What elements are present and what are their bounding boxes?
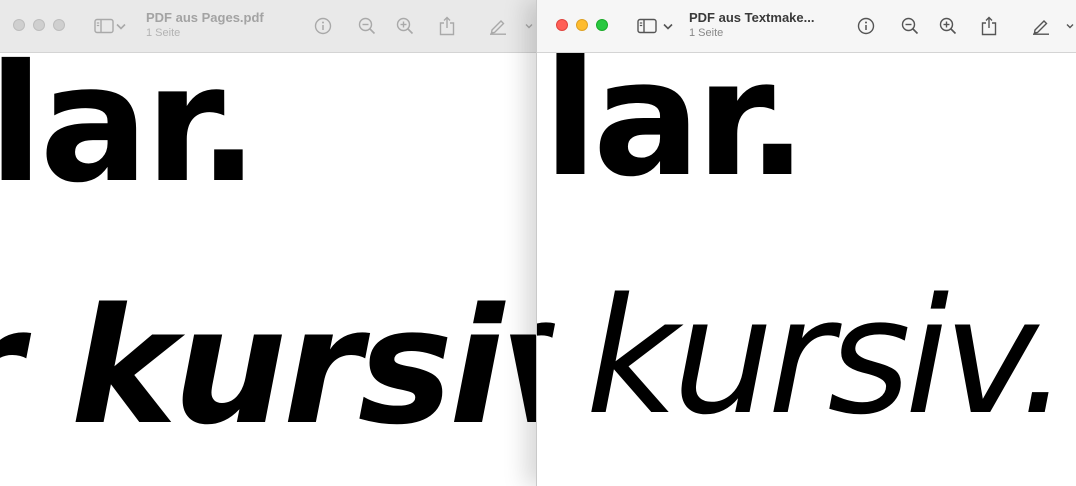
minimize-button[interactable] <box>33 19 45 31</box>
zoom-button[interactable] <box>53 19 65 31</box>
zoom-out-icon[interactable] <box>898 14 922 38</box>
page-text-line-1: lar. <box>0 53 259 219</box>
markup-pen-icon[interactable] <box>1029 14 1053 38</box>
zoom-out-icon[interactable] <box>355 14 379 38</box>
info-icon[interactable] <box>854 14 878 38</box>
markup-pen-icon[interactable] <box>486 14 510 38</box>
document-title-block: PDF aus Textmake... 1 Seite <box>689 10 814 39</box>
zoom-button[interactable] <box>596 19 608 31</box>
page-text-line-2: r kursiv. <box>537 263 1070 450</box>
pdf-page[interactable]: lar. r kursiv. <box>0 53 536 486</box>
document-title-block: PDF aus Pages.pdf 1 Seite <box>146 10 264 39</box>
page-count: 1 Seite <box>146 27 181 39</box>
document-title: PDF aus Pages.pdf <box>146 10 264 25</box>
chevron-down-icon[interactable] <box>661 14 675 38</box>
info-icon[interactable] <box>311 14 335 38</box>
zoom-in-icon[interactable] <box>393 14 417 38</box>
titlebar: PDF aus Pages.pdf 1 Seite <box>0 0 536 53</box>
preview-window-textmaker: PDF aus Textmake... 1 Seite lar. r kursi… <box>536 0 1076 486</box>
sidebar-toggle-icon[interactable] <box>635 14 659 38</box>
chevron-down-icon[interactable] <box>114 14 128 38</box>
page-text-line-2: r kursiv. <box>0 273 536 460</box>
share-icon[interactable] <box>435 14 459 38</box>
preview-window-pages: PDF aus Pages.pdf 1 Seite lar. r kursiv. <box>0 0 536 486</box>
document-title: PDF aus Textmake... <box>689 10 815 25</box>
close-button[interactable] <box>13 19 25 31</box>
pdf-page[interactable]: lar. r kursiv. <box>537 53 1076 486</box>
page-count: 1 Seite <box>689 27 724 39</box>
minimize-button[interactable] <box>576 19 588 31</box>
sidebar-toggle-icon[interactable] <box>92 14 116 38</box>
share-icon[interactable] <box>977 14 1001 38</box>
close-button[interactable] <box>556 19 568 31</box>
zoom-in-icon[interactable] <box>936 14 960 38</box>
titlebar: PDF aus Textmake... 1 Seite <box>537 0 1076 53</box>
markup-chevron-icon[interactable] <box>1063 14 1076 38</box>
markup-chevron-icon[interactable] <box>522 14 536 38</box>
page-text-line-1: lar. <box>543 53 808 212</box>
